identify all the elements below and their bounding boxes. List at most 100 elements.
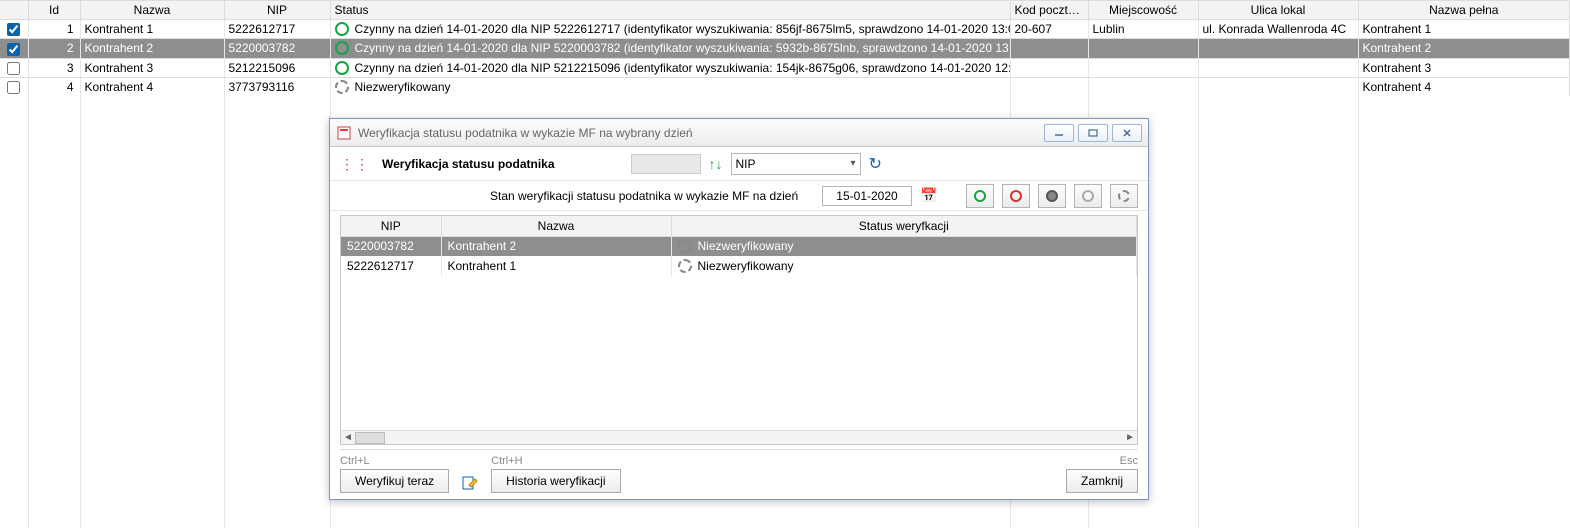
col-id[interactable]: Id xyxy=(28,1,80,20)
cell-kod xyxy=(1010,39,1088,58)
cell-ulica xyxy=(1198,77,1358,96)
verify-now-button[interactable]: Weryfikuj teraz xyxy=(340,469,449,493)
status-circle-icon xyxy=(335,61,349,75)
cell-pelna: Kontrahent 4 xyxy=(1358,77,1570,96)
minimize-button[interactable] xyxy=(1044,124,1074,142)
dlg-col-nazwa[interactable]: Nazwa xyxy=(441,216,671,236)
col-miejscowosc[interactable]: Miejscowość xyxy=(1088,1,1198,20)
row-checkbox-cell[interactable] xyxy=(0,20,28,39)
cell-id: 4 xyxy=(28,77,80,96)
dialog-title: Weryfikacja statusu podatnika w wykazie … xyxy=(358,126,693,140)
table-row[interactable]: 5220003782Kontrahent 2 Niezweryfikowany xyxy=(341,236,1137,256)
col-nazwa-pelna[interactable]: Nazwa pełna xyxy=(1358,1,1570,20)
col-checkbox[interactable] xyxy=(0,1,28,20)
cell-miejscowosc: Lublin xyxy=(1088,20,1198,39)
table-row[interactable]: 5222612717Kontrahent 1Niezweryfikowany xyxy=(341,256,1137,276)
scroll-left-icon[interactable]: ◄ xyxy=(343,432,353,443)
cell-id: 2 xyxy=(28,39,80,58)
cell-pelna: Kontrahent 2 xyxy=(1358,39,1570,58)
cell-nip: 5220003782 xyxy=(224,39,330,58)
close-dialog-button[interactable]: Zamknij xyxy=(1066,469,1138,493)
dialog-horizontal-scrollbar[interactable]: ◄ ► xyxy=(341,430,1137,444)
dlg-col-nip[interactable]: NIP xyxy=(341,216,441,236)
date-input[interactable] xyxy=(822,186,912,206)
status-text: Czynny na dzień 14-01-2020 dla NIP 52226… xyxy=(355,22,1011,36)
filter-status-red-button[interactable] xyxy=(1002,184,1030,208)
filter-status-green-button[interactable] xyxy=(966,184,994,208)
cell-miejscowosc xyxy=(1088,77,1198,96)
date-label: Stan weryfikacji statusu podatnika w wyk… xyxy=(340,189,798,203)
cell-nazwa: Kontrahent 1 xyxy=(80,20,224,39)
row-checkbox-cell[interactable] xyxy=(0,58,28,77)
cell-nazwa: Kontrahent 1 xyxy=(441,256,671,276)
app-icon xyxy=(336,125,352,141)
cell-ulica xyxy=(1198,39,1358,58)
cell-kod xyxy=(1010,77,1088,96)
cell-id: 1 xyxy=(28,20,80,39)
row-checkbox[interactable] xyxy=(7,62,20,75)
chevron-down-icon: ▾ xyxy=(850,158,855,169)
dialog-date-row: Stan weryfikacji statusu podatnika w wyk… xyxy=(330,181,1148,211)
cell-nip: 5220003782 xyxy=(341,236,441,256)
cell-status: Czynny na dzień 14-01-2020 dla NIP 52122… xyxy=(330,58,1010,77)
cell-kod xyxy=(1010,58,1088,77)
cell-nip: 5212215096 xyxy=(224,58,330,77)
col-kod[interactable]: Kod pocztowy xyxy=(1010,1,1088,20)
shortcut-close: Esc xyxy=(1120,455,1138,467)
status-circle-icon xyxy=(678,239,692,253)
table-row[interactable]: 3Kontrahent 35212215096Czynny na dzień 1… xyxy=(0,58,1570,77)
dialog-titlebar[interactable]: Weryfikacja statusu podatnika w wykazie … xyxy=(330,119,1148,147)
edit-icon[interactable] xyxy=(459,473,481,495)
filter-status-dashed-button[interactable] xyxy=(1110,184,1138,208)
status-text: Czynny na dzień 14-01-2020 dla NIP 52122… xyxy=(355,61,1011,75)
status-circle-icon xyxy=(678,259,692,273)
dialog-toolbar: ⋮⋮ Weryfikacja statusu podatnika ↑↓ NIP … xyxy=(330,147,1148,181)
cell-kod: 20-607 xyxy=(1010,20,1088,39)
col-status[interactable]: Status xyxy=(330,1,1010,20)
table-row[interactable]: 4Kontrahent 43773793116NiezweryfikowanyK… xyxy=(0,77,1570,96)
cell-status: Czynny na dzień 14-01-2020 dla NIP 52200… xyxy=(330,39,1010,58)
filter-type-select[interactable]: NIP ▾ xyxy=(731,153,861,175)
row-checkbox[interactable] xyxy=(7,23,20,36)
dialog-footer: Ctrl+L Weryfikuj teraz Ctrl+H Historia w… xyxy=(340,449,1138,493)
cell-status: Niezweryfikowany xyxy=(671,256,1137,276)
close-button[interactable] xyxy=(1112,124,1142,142)
cell-nazwa: Kontrahent 2 xyxy=(80,39,224,58)
sort-arrow-icon[interactable]: ↑↓ xyxy=(709,156,723,172)
table-row[interactable]: 1Kontrahent 15222612717Czynny na dzień 1… xyxy=(0,20,1570,39)
verification-history-button[interactable]: Historia weryfikacji xyxy=(491,469,620,493)
cell-miejscowosc xyxy=(1088,39,1198,58)
filter-status-grayfilled-button[interactable] xyxy=(1038,184,1066,208)
grid-header-row: Id Nazwa NIP Status Kod pocztowy Miejsco… xyxy=(0,1,1570,20)
table-row[interactable]: 2Kontrahent 25220003782Czynny na dzień 1… xyxy=(0,39,1570,58)
cell-pelna: Kontrahent 1 xyxy=(1358,20,1570,39)
scroll-right-icon[interactable]: ► xyxy=(1125,432,1135,443)
refresh-icon[interactable]: ↻ xyxy=(869,154,882,174)
cell-ulica: ul. Konrada Wallenroda 4C xyxy=(1198,20,1358,39)
status-text: Niezweryfikowany xyxy=(698,239,794,253)
filter-type-value: NIP xyxy=(736,157,756,171)
cell-miejscowosc xyxy=(1088,58,1198,77)
filter-input[interactable] xyxy=(631,154,701,174)
cell-status: Niezweryfikowany xyxy=(671,236,1137,256)
cell-nazwa: Kontrahent 2 xyxy=(441,236,671,256)
col-ulica[interactable]: Ulica lokal xyxy=(1198,1,1358,20)
col-nip[interactable]: NIP xyxy=(224,1,330,20)
cell-id: 3 xyxy=(28,58,80,77)
row-checkbox-cell[interactable] xyxy=(0,77,28,96)
dlg-col-status[interactable]: Status weryfkacji xyxy=(671,216,1137,236)
calendar-icon[interactable]: 📅 xyxy=(920,187,938,205)
status-circle-icon xyxy=(335,41,349,55)
verification-dialog: Weryfikacja statusu podatnika w wykazie … xyxy=(329,118,1149,500)
scroll-thumb[interactable] xyxy=(355,432,385,444)
cell-nip: 5222612717 xyxy=(224,20,330,39)
row-checkbox[interactable] xyxy=(7,43,20,56)
cell-nip: 3773793116 xyxy=(224,77,330,96)
cell-ulica xyxy=(1198,58,1358,77)
row-checkbox-cell[interactable] xyxy=(0,39,28,58)
row-checkbox[interactable] xyxy=(7,81,20,94)
col-nazwa[interactable]: Nazwa xyxy=(80,1,224,20)
dialog-grid: NIP Nazwa Status weryfkacji 5220003782Ko… xyxy=(341,216,1137,276)
filter-status-gray-button[interactable] xyxy=(1074,184,1102,208)
maximize-button[interactable] xyxy=(1078,124,1108,142)
